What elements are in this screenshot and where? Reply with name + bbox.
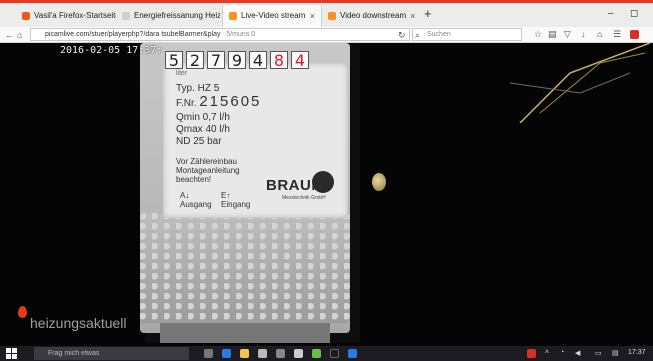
restore-button[interactable]: ◻ [630,8,638,19]
page-favicon-icon [122,12,130,20]
tab-label: Energiefreissanung Heizwerk ... [134,11,220,20]
tab-live-video[interactable]: Live-Video stream × [222,5,322,27]
bookmark-star-icon[interactable]: ☆ [534,28,542,41]
url-host: picamlive.com [45,31,90,38]
media-icon[interactable] [330,349,339,358]
fnr: F.Nr. 215605 [176,93,262,110]
inlet-marker: E↑ Eingang [221,191,250,209]
counter-digit: 4 [249,51,267,70]
minimize-button[interactable]: – [608,8,614,19]
qmin: Qmin 0,7 l/h [176,112,230,123]
download-icon[interactable]: ↓ [581,28,586,41]
reload-icon[interactable]: ↻ [398,29,406,41]
search-placeholder: Suchen [427,31,451,38]
fnr-value: 215605 [199,93,262,110]
install-warning: Vor Zählereinbau Montageanleitung beacht… [176,157,240,184]
reading-list-icon[interactable]: ▤ [548,28,557,41]
navigation-bar: ← ⌂ picamlive.com/stuer/playerphp?/dara … [0,27,653,43]
watermark-drop-icon [18,306,27,318]
brand-name: BRAUN [266,177,323,194]
keyboard-icon[interactable]: ▤ [612,349,619,357]
inlet-label: Eingang [221,200,251,209]
menu-icon[interactable]: ☰ [613,28,621,41]
search-box[interactable]: Suchen [412,28,522,41]
counter-digit: 9 [228,51,246,70]
counter-digit: 2 [186,51,204,70]
inlet-code: E↑ [221,191,231,200]
tab-close-icon[interactable]: × [310,5,321,27]
notification-icon[interactable]: ▭ [595,349,602,357]
tab-close-icon[interactable]: × [410,5,420,27]
tab-strip: Vasil'a Firefox-Startseite × Energiefrei… [0,3,653,27]
fnr-label: F.Nr. [176,98,197,109]
brand-subtitle: Messtechnik GmbH [282,195,326,201]
home-icon[interactable]: ⌂ [17,29,22,41]
outlet-marker: A↓ Ausgang [180,191,212,209]
paint-icon[interactable] [294,349,303,358]
url-page: 5/muns 0 [226,31,256,38]
firefox-taskbar-icon[interactable] [348,349,357,358]
meter-counter: 5 2 7 9 4 8 4 [165,51,309,70]
tab-label: Vasil'a Firefox-Startseite [34,11,116,20]
edge-icon[interactable] [222,349,231,358]
taskbar: Frag mich etwas ˄ ◔ ◀ ▭ ▤ 17:37 [0,346,653,361]
stream-favicon-icon [229,12,237,20]
nominal-pressure: ND 25 bar [176,136,222,147]
valve-knob [372,173,386,191]
counter-digit: 5 [165,51,183,70]
task-view-icon[interactable] [204,349,213,358]
taskbar-search-placeholder: Frag mich etwas [48,350,100,357]
meter-base [160,323,330,343]
counter-digit-red: 4 [291,51,309,70]
home-toolbar-icon[interactable]: ⌂ [597,28,602,41]
video-timestamp: 2016-02-05 17:37: [60,45,163,56]
explorer-icon[interactable] [240,349,249,358]
clock[interactable]: 17:37 [628,349,646,356]
store-icon[interactable] [258,349,267,358]
address-bar[interactable]: picamlive.com/stuer/playerphp?/dara tsub… [30,28,410,41]
tray-up-arrow-icon[interactable]: ˄ [545,349,549,356]
green-app-icon[interactable] [312,349,321,358]
qmax: Qmax 40 l/h [176,124,230,135]
network-icon[interactable]: ◔ [560,349,564,356]
firefox-favicon-icon [22,12,30,20]
new-tab-button[interactable]: + [424,6,432,21]
windows-start-icon[interactable] [6,348,17,359]
tab-energie[interactable]: Energiefreissanung Heizwerk ... × [116,5,220,27]
url-path: /stuer/playerphp?/dara tsubelBarmer&play [89,31,221,38]
stream-favicon-icon [328,12,336,20]
watermark: heizungsaktuell [30,315,127,331]
tab-firefox-start[interactable]: Vasil'a Firefox-Startseite × [16,5,116,27]
tab-label: Live-Video stream [241,11,306,20]
wires-graphic [510,43,650,123]
app-icon[interactable] [276,349,285,358]
liter-label: liter [176,70,188,77]
tab-label: Video downstream [340,11,407,20]
addon-icon[interactable] [630,30,639,39]
meter-casting-texture [140,213,350,323]
outlet-code: A↓ [180,191,190,200]
tray-app-icon[interactable] [527,349,536,358]
tab-video-downstream[interactable]: Video downstream × [322,5,420,27]
outlet-label: Ausgang [180,200,212,209]
back-arrow-icon[interactable]: ← [5,29,14,41]
video-stream[interactable]: 5 2 7 9 4 8 4 liter Typ. HZ 5 F.Nr. 2156… [0,43,653,346]
volume-icon[interactable]: ◀ [575,349,580,357]
search-icon: ⌕ [415,30,421,40]
counter-digit-red: 8 [270,51,288,70]
pocket-icon[interactable]: ▽ [564,28,571,41]
taskbar-search[interactable]: Frag mich etwas [34,347,189,360]
counter-digit: 7 [207,51,225,70]
